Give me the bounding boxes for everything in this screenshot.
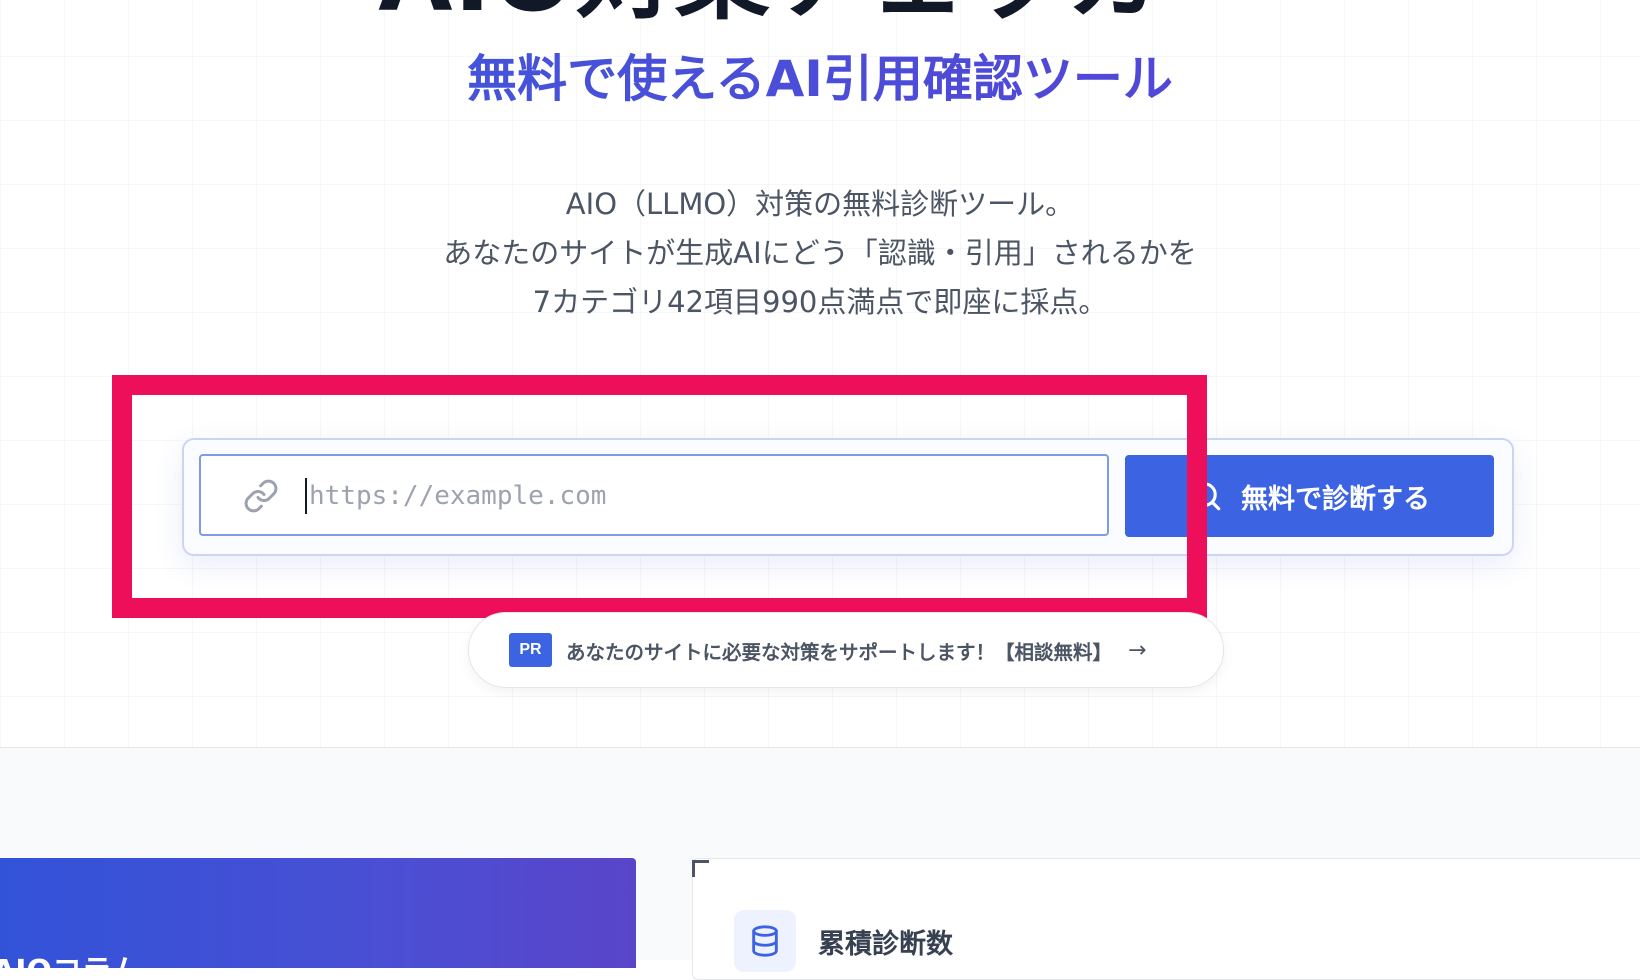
hero-description-line: あなたのサイトが生成AIにどう「認識・引用」されるかを (443, 236, 1197, 270)
corner-mark (692, 860, 709, 877)
column-card[interactable]: AIOコラム (0, 858, 636, 968)
promo-text: あなたのサイトに必要な対策をサポートします！【相談無料】 (566, 640, 1113, 664)
url-input-container[interactable] (199, 454, 1109, 536)
pr-badge: PR (509, 633, 552, 667)
diagnose-button-label: 無料で診断する (1241, 483, 1430, 515)
stats-label: 累積診断数 (818, 929, 953, 960)
page-subtitle: 無料で使えるAI引用確認ツール (0, 44, 1640, 114)
page-title: AIO対策チェッカー (0, 0, 1640, 32)
url-input[interactable] (307, 466, 1091, 526)
hero-description-line: 7カテゴリ42項目990点満点で即座に採点。 (532, 285, 1108, 319)
diagnose-button[interactable]: 無料で診断する (1125, 455, 1494, 537)
link-icon (244, 479, 278, 513)
hero-description: AIO（LLMO）対策の無料診断ツール。 あなたのサイトが生成AIにどう「認識・… (0, 180, 1640, 327)
hero-description-line: AIO（LLMO）対策の無料診断ツール。 (565, 187, 1075, 221)
stats-card (692, 858, 1640, 980)
arrow-right-icon: → (1128, 637, 1147, 663)
database-icon (752, 925, 778, 957)
stats-icon-box (734, 910, 796, 972)
promo-link[interactable]: PR あなたのサイトに必要な対策をサポートします！【相談無料】 → (468, 612, 1224, 688)
column-card-label: AIOコラム (0, 946, 141, 968)
search-icon (1192, 482, 1221, 511)
